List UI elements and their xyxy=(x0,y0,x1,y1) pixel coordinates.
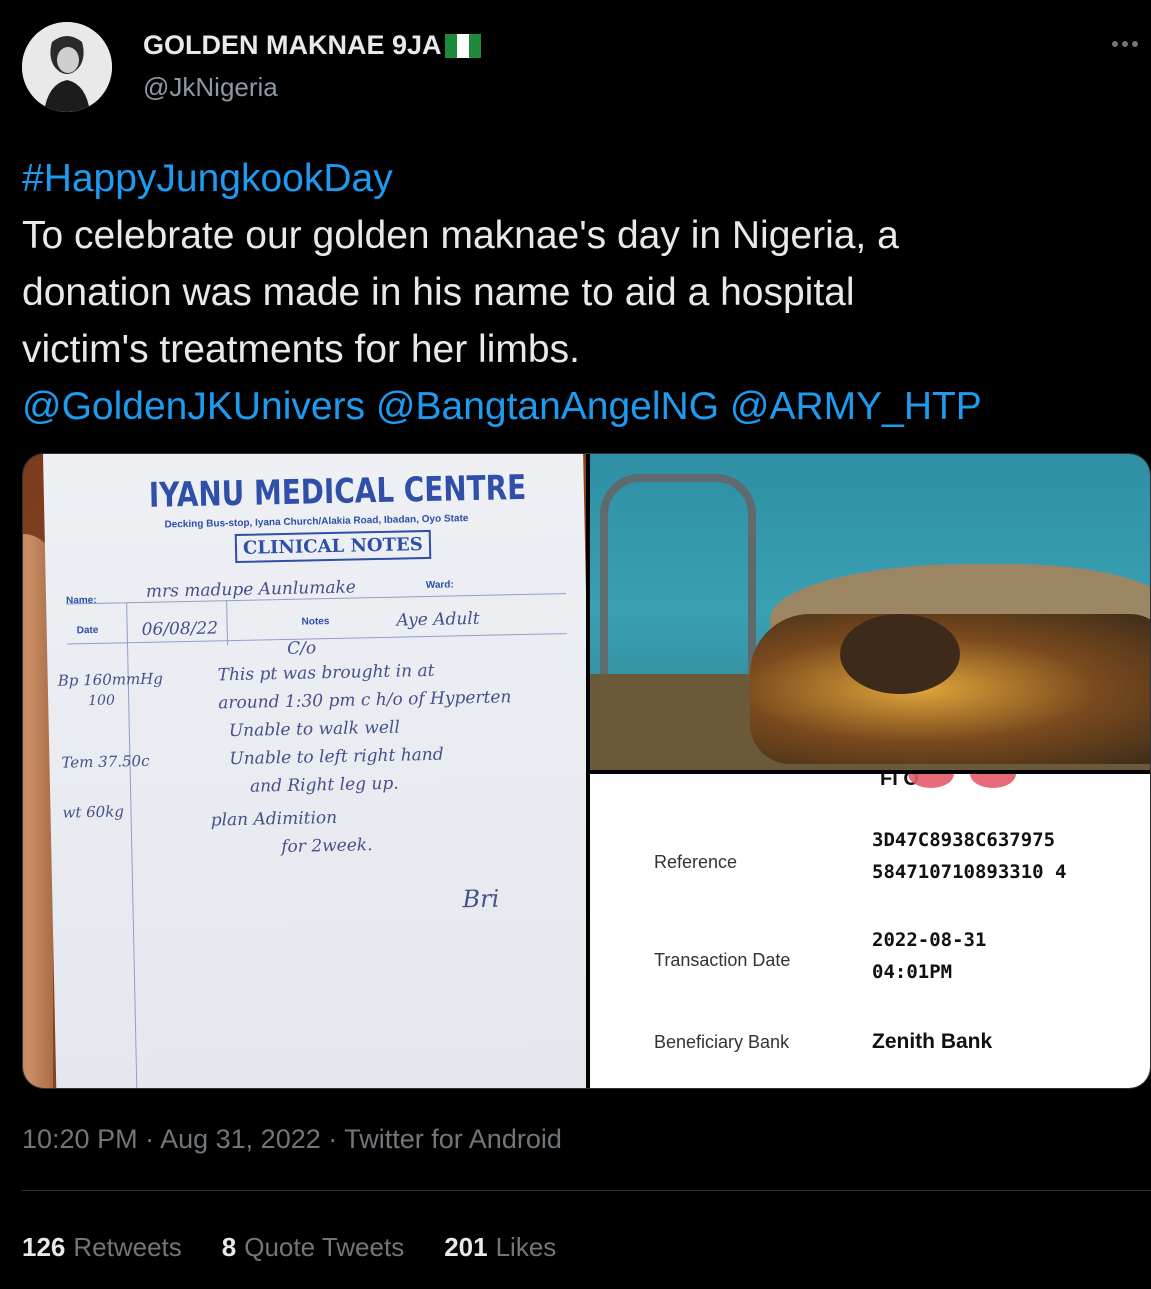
tweet: GOLDEN MAKNAE 9JA @JkNigeria #HappyJungk… xyxy=(0,0,1151,1289)
temp-handwriting: Tem 37.50c xyxy=(61,751,150,772)
display-name-text: GOLDEN MAKNAE 9JA xyxy=(143,30,442,60)
avatar-image xyxy=(22,22,112,112)
note-line-6: plan Adimition xyxy=(210,807,338,831)
tweet-source[interactable]: Twitter for Android xyxy=(344,1124,562,1154)
clinic-name: IYANU MEDICAL CENTRE xyxy=(148,467,527,516)
transaction-date-value: 2022-08-31 04:01PM xyxy=(872,929,987,983)
co-handwriting: C/o xyxy=(286,638,317,659)
note-line-4: Unable to left right hand xyxy=(229,744,444,770)
tweet-line-3: victim's treatments for her limbs. xyxy=(22,328,580,371)
name-label: Name: xyxy=(65,594,97,607)
ward-label: Ward: xyxy=(425,579,454,592)
clinic-address: Decking Bus-stop, Iyana Church/Alakia Ro… xyxy=(164,513,469,531)
adult-handwriting: Aye Adult xyxy=(396,608,480,631)
weight-handwriting: wt 60kg xyxy=(62,802,125,822)
transaction-receipt-image[interactable]: FI O Reference 3D47C8938C637975 58471071… xyxy=(590,774,1150,1088)
clinical-notes-title: CLINICAL NOTES xyxy=(234,529,432,563)
note-line-2: around 1:30 pm c h/o of Hyperten xyxy=(218,687,512,714)
meta-separator: · xyxy=(320,1124,345,1154)
clinical-notes-paper: IYANU MEDICAL CENTRE Decking Bus-stop, I… xyxy=(43,454,586,1088)
tweet-meta: 10:20 PM · Aug 31, 2022 · Twitter for An… xyxy=(22,1124,562,1155)
tweet-line-2: donation was made in his name to aid a h… xyxy=(22,271,855,314)
heart-sticker-icon xyxy=(970,774,1016,788)
tweet-text: #HappyJungkookDay To celebrate our golde… xyxy=(22,150,1132,435)
date-label: Date xyxy=(76,624,99,637)
note-line-7: for 2week. xyxy=(281,835,373,858)
avatar[interactable] xyxy=(22,22,112,112)
media-grid: IYANU MEDICAL CENTRE Decking Bus-stop, I… xyxy=(22,453,1151,1089)
signature-handwriting: Bri xyxy=(462,884,500,914)
note-line-5: and Right leg up. xyxy=(249,773,399,797)
transaction-date-label: Transaction Date xyxy=(654,950,791,970)
patient-photo[interactable] xyxy=(590,454,1150,770)
reference-label: Reference xyxy=(654,852,738,872)
mentions-links[interactable]: @GoldenJKUnivers @BangtanAngelNG @ARMY_H… xyxy=(22,385,982,428)
date-handwriting: 06/08/22 xyxy=(141,618,219,640)
divider xyxy=(22,1190,1151,1191)
clinical-notes-photo[interactable]: IYANU MEDICAL CENTRE Decking Bus-stop, I… xyxy=(23,454,586,1088)
engagement-stats: 126 Retweets 8 Quote Tweets 201 Likes xyxy=(22,1232,556,1263)
likes-stat[interactable]: 201 Likes xyxy=(444,1232,556,1263)
retweets-stat[interactable]: 126 Retweets xyxy=(22,1232,182,1263)
quote-tweets-stat[interactable]: 8 Quote Tweets xyxy=(222,1232,404,1263)
nigeria-flag-icon xyxy=(444,33,481,58)
note-line-1: This pt was brought in at xyxy=(217,660,435,686)
notes-label: Notes xyxy=(301,616,330,628)
bp-den-handwriting: 100 xyxy=(88,692,116,710)
beneficiary-bank-value: Zenith Bank xyxy=(872,1030,993,1053)
display-name[interactable]: GOLDEN MAKNAE 9JA xyxy=(143,30,481,61)
tweet-date[interactable]: Aug 31, 2022 xyxy=(160,1124,321,1154)
beneficiary-bank-label: Beneficiary Bank xyxy=(654,1032,790,1052)
tweet-line-1: To celebrate our golden maknae's day in … xyxy=(22,214,899,257)
reference-value: 3D47C8938C637975 584710710893310 4 xyxy=(872,829,1067,883)
note-line-3: Unable to walk well xyxy=(228,717,401,742)
tweet-time[interactable]: 10:20 PM xyxy=(22,1124,138,1154)
hashtag-link[interactable]: #HappyJungkookDay xyxy=(22,157,393,200)
user-handle[interactable]: @JkNigeria xyxy=(143,72,278,103)
more-options-icon[interactable] xyxy=(1107,26,1143,62)
bp-handwriting: Bp 160mmHg xyxy=(57,669,164,690)
meta-separator: · xyxy=(137,1124,161,1154)
